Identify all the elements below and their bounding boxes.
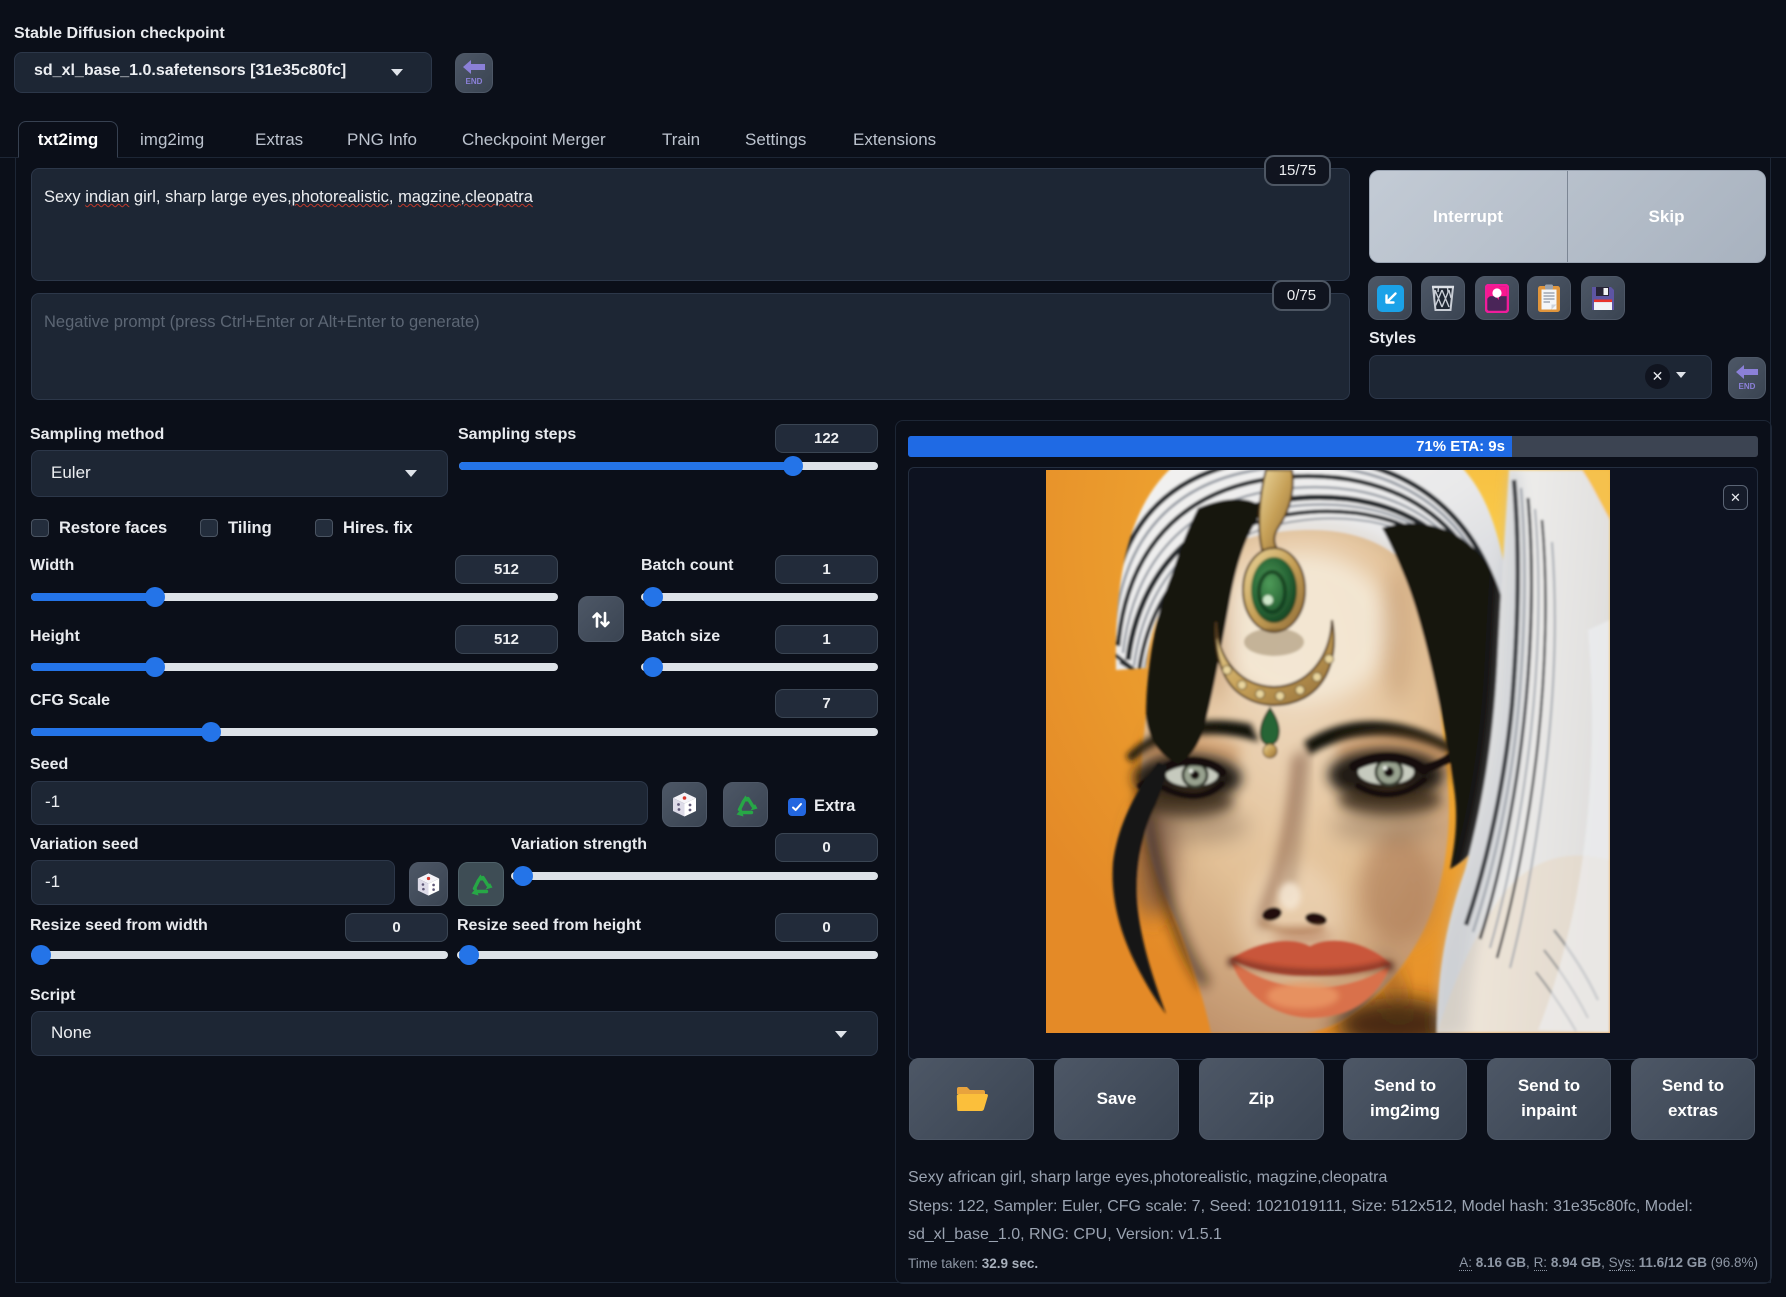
svg-text:END: END	[1739, 382, 1756, 391]
svg-text:END: END	[466, 77, 483, 86]
